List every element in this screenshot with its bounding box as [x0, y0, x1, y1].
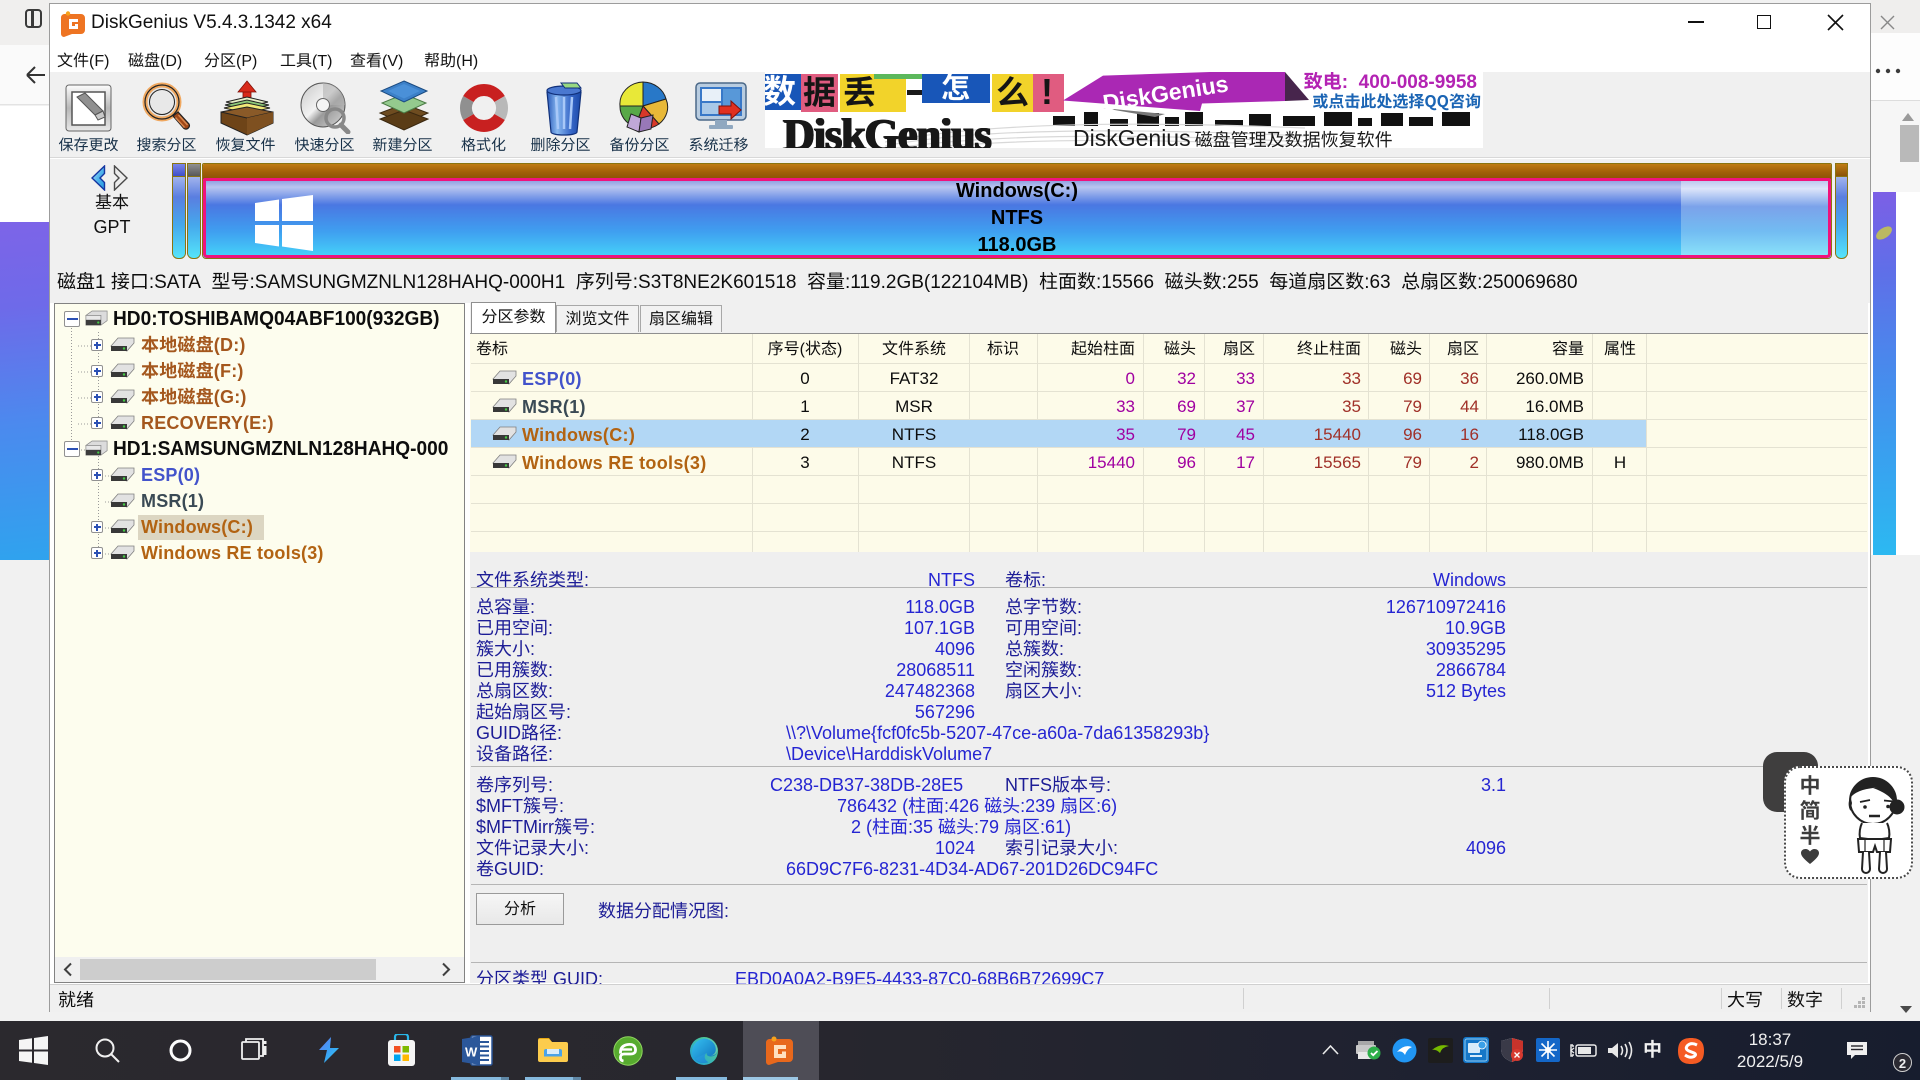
svg-text:W: W	[465, 1045, 478, 1060]
